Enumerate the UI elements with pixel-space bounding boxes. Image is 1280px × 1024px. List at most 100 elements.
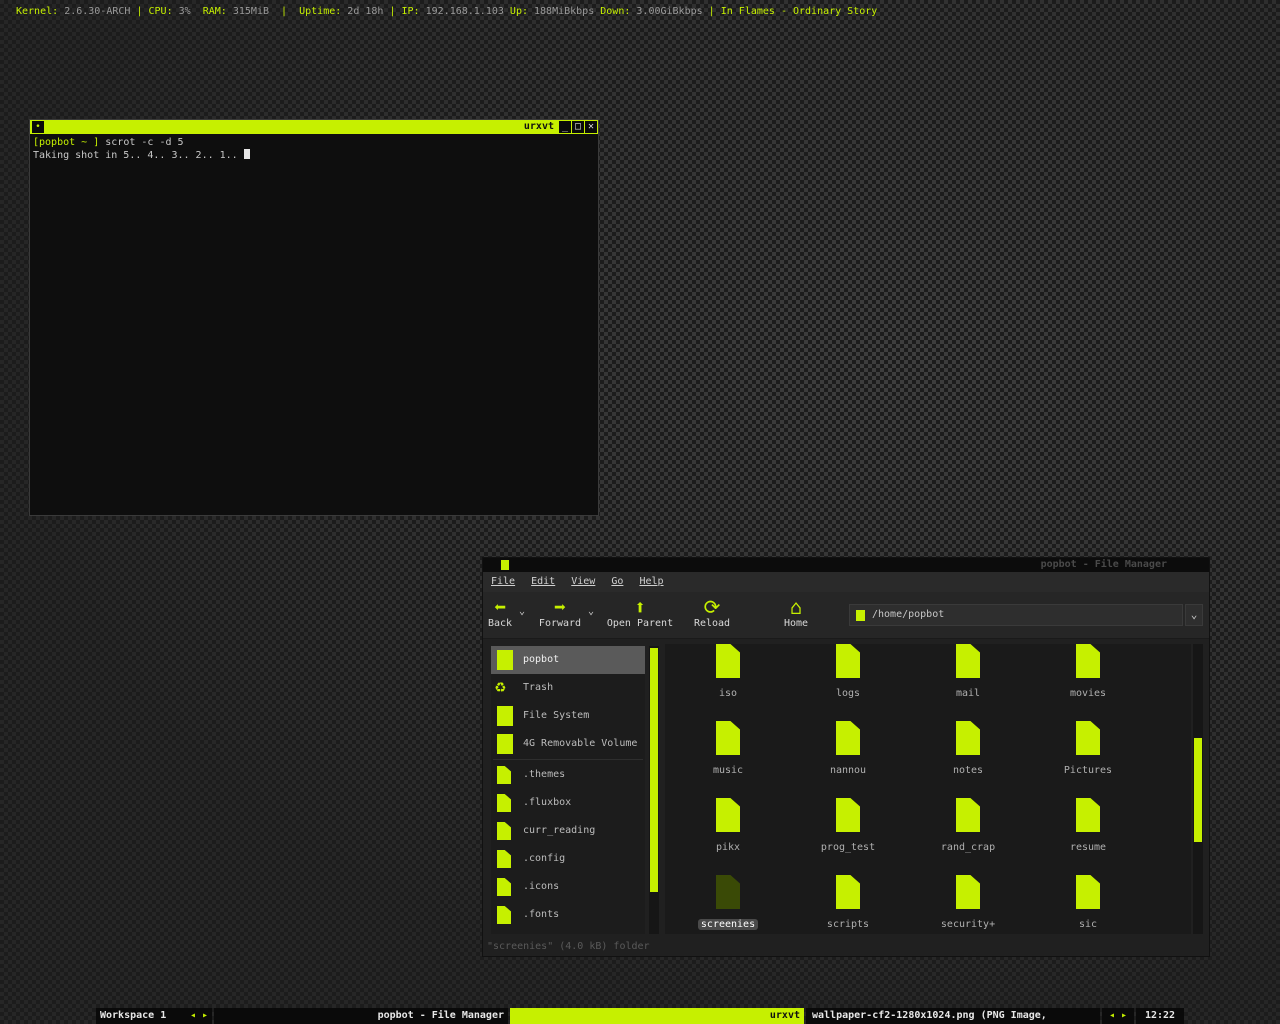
separator: | bbox=[281, 6, 288, 17]
sidebar-scrollbar[interactable] bbox=[649, 646, 659, 934]
terminal-output[interactable]: [popbot ~ ] scrot -c -d 5 Taking shot in… bbox=[30, 134, 598, 165]
window-menu-icon[interactable]: • bbox=[32, 121, 44, 133]
ram-value: 315MiB bbox=[232, 6, 269, 17]
menu-edit[interactable]: Edit bbox=[531, 576, 555, 587]
task-scroll-arrows-icon[interactable]: ◂ ▸ bbox=[1102, 1008, 1134, 1024]
folder-icon bbox=[856, 610, 865, 621]
back-button[interactable]: ⬅ Back bbox=[487, 596, 513, 630]
sidebar-item-label: .config bbox=[523, 853, 566, 864]
scrollbar-thumb[interactable] bbox=[1194, 738, 1202, 842]
location-dropdown[interactable]: ⌄ bbox=[1185, 604, 1203, 626]
folder-item[interactable]: security+ bbox=[908, 875, 1028, 934]
sidebar-bookmark[interactable]: .config bbox=[491, 845, 645, 873]
folder-item[interactable]: sic bbox=[1028, 875, 1148, 934]
location-path: /home/popbot bbox=[872, 609, 945, 620]
down-label: Down: bbox=[600, 6, 631, 17]
sidebar-bookmark[interactable]: .icons bbox=[491, 873, 645, 901]
folder-icon bbox=[836, 721, 860, 755]
sidebar-item-label: 4G Removable Volume bbox=[523, 738, 638, 749]
sidebar-item-home[interactable]: popbot bbox=[491, 646, 645, 674]
folder-label: prog_test bbox=[820, 842, 876, 853]
folder-item[interactable]: scripts bbox=[788, 875, 908, 934]
terminal-window[interactable]: • urxvt _ □ ✕ [popbot ~ ] scrot -c -d 5 … bbox=[29, 119, 599, 516]
file-manager-window[interactable]: popbot - File Manager File Edit View Go … bbox=[482, 557, 1210, 957]
folder-item[interactable]: mail bbox=[908, 644, 1028, 720]
folder-icon bbox=[836, 644, 860, 678]
forward-history-dropdown[interactable]: ⌄ bbox=[588, 606, 594, 617]
folder-item[interactable]: music bbox=[668, 721, 788, 797]
task-file-manager[interactable]: popbot - File Manager bbox=[214, 1008, 508, 1024]
sidebar-bookmark[interactable]: .fonts bbox=[491, 901, 645, 929]
text-cursor bbox=[243, 149, 250, 159]
home-icon: ⌂ bbox=[789, 595, 803, 619]
file-grid[interactable]: iso logs mail movies music nannou notes … bbox=[665, 644, 1191, 934]
sidebar-item-trash[interactable]: ♻ Trash bbox=[491, 674, 645, 702]
forward-button[interactable]: ➡ Forward bbox=[537, 596, 583, 630]
folder-label: pikx bbox=[715, 842, 741, 853]
menu-view[interactable]: View bbox=[571, 576, 595, 587]
folder-icon bbox=[836, 875, 860, 909]
folder-item[interactable]: resume bbox=[1028, 798, 1148, 874]
folder-icon bbox=[1076, 798, 1100, 832]
reload-button[interactable]: ⟳ Reload bbox=[691, 596, 733, 630]
sidebar-item-removable-volume[interactable]: 4G Removable Volume bbox=[491, 730, 645, 758]
up-value: 188MiBkbps bbox=[534, 6, 595, 17]
sidebar-item-filesystem[interactable]: File System bbox=[491, 702, 645, 730]
folder-item[interactable]: movies bbox=[1028, 644, 1148, 720]
folder-label: rand_crap bbox=[940, 842, 996, 853]
terminal-titlebar[interactable]: • urxvt _ □ ✕ bbox=[30, 120, 598, 134]
folder-item[interactable]: notes bbox=[908, 721, 1028, 797]
folder-icon bbox=[497, 878, 511, 896]
menu-help[interactable]: Help bbox=[639, 576, 663, 587]
cpu-label: CPU: bbox=[148, 6, 173, 17]
folder-item-selected[interactable]: screenies bbox=[668, 875, 788, 934]
back-history-dropdown[interactable]: ⌄ bbox=[519, 606, 525, 617]
home-label: Home bbox=[783, 618, 809, 629]
folder-icon bbox=[956, 798, 980, 832]
folder-label: screenies bbox=[697, 919, 759, 930]
file-grid-scrollbar[interactable] bbox=[1193, 644, 1203, 934]
folder-item[interactable]: prog_test bbox=[788, 798, 908, 874]
reload-label: Reload bbox=[693, 618, 731, 629]
chevron-down-icon: ⌄ bbox=[1190, 608, 1198, 621]
sidebar-bookmark[interactable]: curr_reading bbox=[491, 817, 645, 845]
close-icon[interactable]: ✕ bbox=[585, 121, 597, 133]
location-bar[interactable]: /home/popbot bbox=[849, 604, 1183, 626]
home-button[interactable]: ⌂ Home bbox=[781, 596, 811, 630]
scrollbar-thumb[interactable] bbox=[650, 648, 658, 892]
workspace-arrows-icon[interactable]: ◂ ▸ bbox=[186, 1008, 212, 1024]
menu-file[interactable]: File bbox=[491, 576, 515, 587]
maximize-icon[interactable]: □ bbox=[572, 121, 584, 133]
task-terminal[interactable]: urxvt bbox=[510, 1008, 804, 1024]
folder-item[interactable]: iso bbox=[668, 644, 788, 720]
sidebar-bookmark[interactable]: .fluxbox bbox=[491, 789, 645, 817]
folder-label: sic bbox=[1078, 919, 1098, 930]
sidebar-bookmark[interactable]: .themes bbox=[491, 761, 645, 789]
folder-label: logs bbox=[835, 688, 861, 699]
folder-label: Pictures bbox=[1063, 765, 1113, 776]
folder-item[interactable]: nannou bbox=[788, 721, 908, 797]
folder-item[interactable]: pikx bbox=[668, 798, 788, 874]
folder-label: security+ bbox=[940, 919, 996, 930]
sidebar-item-label: .fluxbox bbox=[523, 797, 572, 808]
open-parent-button[interactable]: ⬆ Open Parent bbox=[605, 596, 675, 630]
recycle-icon: ♻ bbox=[495, 676, 506, 697]
kernel-value: 2.6.30-ARCH bbox=[64, 6, 131, 17]
command-output: Taking shot in 5.. 4.. 3.. 2.. 1.. bbox=[33, 150, 244, 161]
system-status-bar: Kernel: 2.6.30-ARCH | CPU: 3% RAM: 315Mi… bbox=[16, 5, 877, 19]
workspace-name[interactable]: Workspace 1 bbox=[96, 1008, 188, 1024]
sidebar-item-label: .icons bbox=[523, 881, 560, 892]
folder-item[interactable]: rand_crap bbox=[908, 798, 1028, 874]
folder-icon bbox=[1076, 644, 1100, 678]
separator: | bbox=[389, 6, 396, 17]
folder-item[interactable]: Pictures bbox=[1028, 721, 1148, 797]
folder-icon bbox=[1076, 875, 1100, 909]
file-manager-titlebar[interactable]: popbot - File Manager bbox=[483, 558, 1209, 572]
task-browser[interactable]: wallpaper-cf2-1280x1024.png (PNG Image, bbox=[806, 1008, 1100, 1024]
minimize-icon[interactable]: _ bbox=[559, 121, 571, 133]
folder-label: iso bbox=[718, 688, 738, 699]
menu-go[interactable]: Go bbox=[611, 576, 623, 587]
folder-icon bbox=[716, 644, 740, 678]
folder-icon bbox=[716, 798, 740, 832]
folder-item[interactable]: logs bbox=[788, 644, 908, 720]
